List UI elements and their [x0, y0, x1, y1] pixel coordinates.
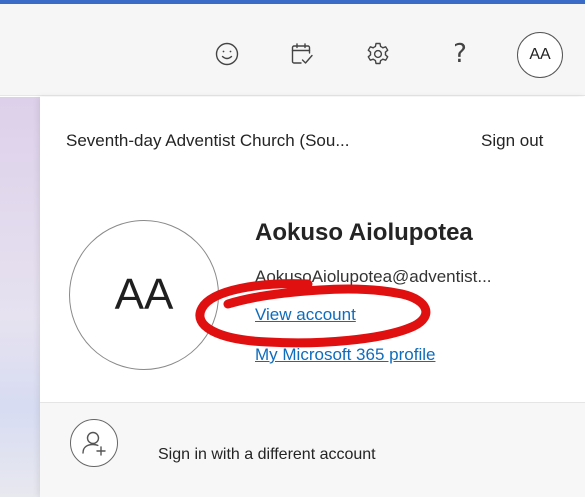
- user-email: AokusoAiolupotea@adventist...: [255, 267, 492, 286]
- add-account-person-icon[interactable]: [70, 419, 118, 467]
- user-avatar-large: AA: [69, 220, 219, 370]
- microsoft-365-profile-link[interactable]: My Microsoft 365 profile: [255, 345, 435, 365]
- background-page-strip: [0, 97, 40, 497]
- sign-out-button[interactable]: Sign out: [481, 131, 543, 151]
- header-bar: ? AA: [0, 4, 585, 96]
- organization-name: Seventh-day Adventist Church (Sou...: [66, 131, 350, 150]
- gear-icon[interactable]: [364, 40, 392, 68]
- stage: ? AA Seventh-day Adventist Church (Sou..…: [0, 0, 585, 497]
- smiley-face-icon[interactable]: [213, 40, 241, 68]
- help-glyph: ?: [453, 39, 467, 69]
- sign-in-different-account-link[interactable]: Sign in with a different account: [158, 446, 376, 464]
- calendar-check-icon[interactable]: [288, 40, 316, 68]
- account-avatar-button[interactable]: AA: [517, 32, 563, 78]
- question-mark-icon[interactable]: ?: [446, 40, 474, 68]
- user-display-name: Aokuso Aiolupotea: [255, 219, 473, 246]
- account-manager-panel: Seventh-day Adventist Church (Sou... Sig…: [40, 97, 585, 497]
- view-account-link[interactable]: View account: [255, 305, 356, 325]
